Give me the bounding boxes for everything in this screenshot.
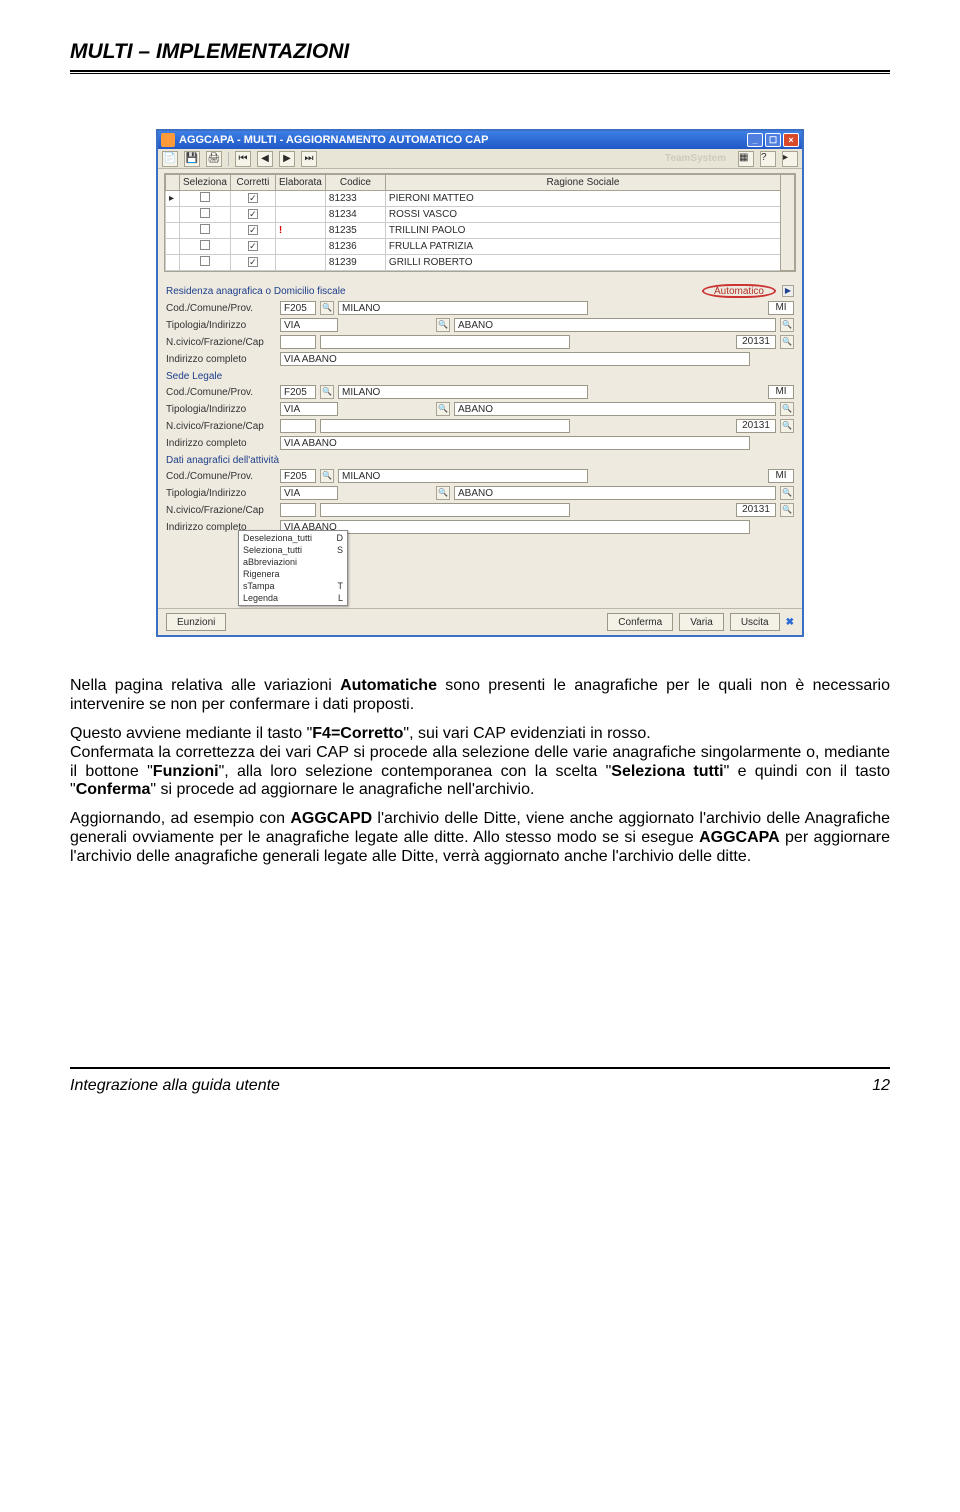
doc-header: MULTI – IMPLEMENTAZIONI xyxy=(70,40,890,68)
toolbar-button[interactable]: 📄 xyxy=(162,151,178,167)
page-number: 12 xyxy=(872,1077,890,1095)
prov-field[interactable]: MI xyxy=(768,301,794,315)
window-title: AGGCAPA - MULTI - AGGIORNAMENTO AUTOMATI… xyxy=(179,134,488,146)
cap-field[interactable]: 20131 xyxy=(736,335,776,349)
toolbar-button[interactable]: 🖨 xyxy=(206,151,222,167)
grid-header-row: Seleziona Corretti Elaborata Codice Ragi… xyxy=(166,175,795,191)
paragraph-2: Questo avviene mediante il tasto "F4=Cor… xyxy=(70,725,890,744)
data-grid: Seleziona Corretti Elaborata Codice Ragi… xyxy=(164,173,796,272)
page-footer: Integrazione alla guida utente 12 xyxy=(70,1077,890,1095)
form-area: Residenza anagrafica o Domicilio fiscale… xyxy=(158,276,802,608)
section-dati-attivita: Dati anagrafici dell'attività xyxy=(166,455,794,466)
brand-logo: TeamSystem xyxy=(665,153,726,164)
varia-button[interactable]: Varia xyxy=(679,613,724,631)
nav-last-button[interactable]: ⏭ xyxy=(301,151,317,167)
footer-left: Integrazione alla guida utente xyxy=(70,1077,280,1095)
paragraph-3: Confermata la correttezza dei vari CAP s… xyxy=(70,744,890,801)
table-row: !81235TRILLINI PAOLO xyxy=(166,223,795,239)
nav-next-button[interactable]: ▶ xyxy=(279,151,295,167)
minimize-button[interactable]: _ xyxy=(747,133,763,147)
toolbar-button[interactable]: 💾 xyxy=(184,151,200,167)
toolbar: 📄 💾 🖨 ⏮ ◀ ▶ ⏭ TeamSystem ▦ ? ▸ xyxy=(158,149,802,169)
automatico-badge: Automatico xyxy=(702,284,776,298)
table-row: ▸81233PIERONI MATTEO xyxy=(166,191,795,207)
close-button[interactable]: × xyxy=(783,133,799,147)
header-rule-thin xyxy=(70,73,890,74)
header-rule-thick xyxy=(70,70,890,72)
lookup-icon[interactable]: 🔍 xyxy=(436,318,450,332)
arrow-icon[interactable]: ▶ xyxy=(782,285,794,297)
close-round-icon[interactable]: ✖ xyxy=(786,617,794,628)
table-row: 81234ROSSI VASCO xyxy=(166,207,795,223)
uscita-button[interactable]: Uscita xyxy=(730,613,780,631)
footer-rule xyxy=(70,1067,890,1069)
table-row: 81236FRULLA PATRIZIA xyxy=(166,239,795,255)
cod-field[interactable]: F205 xyxy=(280,301,316,315)
funzioni-button[interactable]: Eunzioni xyxy=(166,613,226,631)
lookup-icon[interactable]: 🔍 xyxy=(780,335,794,349)
table-row: 81239GRILLI ROBERTO xyxy=(166,255,795,271)
comune-field[interactable]: MILANO xyxy=(338,301,588,315)
section-sede-legale: Sede Legale xyxy=(166,371,794,382)
nav-prev-button[interactable]: ◀ xyxy=(257,151,273,167)
toolbar-button[interactable]: ▸ xyxy=(782,151,798,167)
bottom-bar: Eunzioni Conferma Varia Uscita ✖ xyxy=(158,608,802,635)
app-icon xyxy=(161,133,175,147)
section-residenza: Residenza anagrafica o Domicilio fiscale… xyxy=(166,284,794,298)
tipologia-field[interactable]: VIA xyxy=(280,318,338,332)
toolbar-button[interactable]: ▦ xyxy=(738,151,754,167)
titlebar: AGGCAPA - MULTI - AGGIORNAMENTO AUTOMATI… xyxy=(158,131,802,149)
toolbar-button[interactable]: ? xyxy=(760,151,776,167)
conferma-button[interactable]: Conferma xyxy=(607,613,673,631)
maximize-button[interactable]: ☐ xyxy=(765,133,781,147)
funzioni-popup[interactable]: Deseleziona_tuttiD Seleziona_tuttiS aBbr… xyxy=(238,530,348,606)
app-window: AGGCAPA - MULTI - AGGIORNAMENTO AUTOMATI… xyxy=(156,129,804,637)
via-field[interactable]: ABANO xyxy=(454,318,776,332)
paragraph-1: Nella pagina relativa alle variazioni Au… xyxy=(70,677,890,715)
indirizzo-completo[interactable]: VIA ABANO xyxy=(280,352,750,366)
scrollbar[interactable] xyxy=(781,175,795,271)
lookup-icon[interactable]: 🔍 xyxy=(320,301,334,315)
nav-first-button[interactable]: ⏮ xyxy=(235,151,251,167)
paragraph-4: Aggiornando, ad esempio con AGGCAPD l'ar… xyxy=(70,810,890,867)
lookup-icon[interactable]: 🔍 xyxy=(780,318,794,332)
